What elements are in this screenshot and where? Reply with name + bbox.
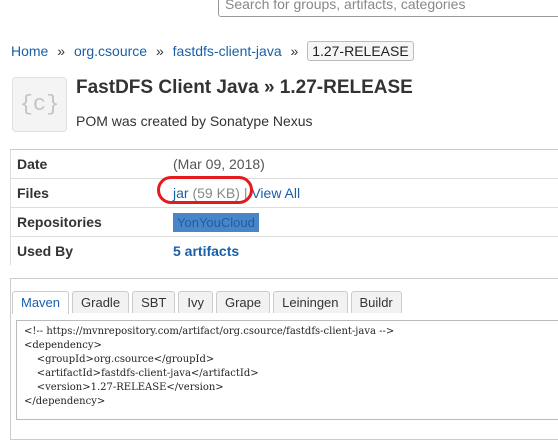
breadcrumb: Home » org.csource » fastdfs-client-java… — [11, 41, 414, 61]
breadcrumb-separator: » — [291, 43, 299, 59]
info-row-files: Files jar (59 KB) | View All — [11, 179, 558, 208]
dependency-snippet[interactable]: <!-- https://mvnrepository.com/artifact/… — [16, 320, 558, 420]
breadcrumb-artifact-link[interactable]: fastdfs-client-java — [173, 43, 282, 59]
tab-ivy[interactable]: Ivy — [178, 291, 213, 313]
tab-grape[interactable]: Grape — [216, 291, 270, 313]
breadcrumb-separator: » — [156, 43, 164, 59]
artifact-info-table: Date (Mar 09, 2018) Files jar (59 KB) | … — [10, 149, 558, 265]
artifact-logo-icon: {c} — [12, 77, 67, 132]
tab-buildr[interactable]: Buildr — [351, 291, 402, 313]
page-title: FastDFS Client Java » 1.27-RELEASE — [76, 77, 413, 99]
tab-leiningen[interactable]: Leiningen — [273, 291, 347, 313]
date-label: Date — [11, 150, 168, 179]
files-separator: | — [244, 185, 248, 201]
repositories-value: YonYouCloud — [167, 208, 558, 237]
info-row-repositories: Repositories YonYouCloud — [11, 208, 558, 237]
tab-sbt[interactable]: SBT — [132, 291, 175, 313]
search-input[interactable] — [218, 0, 558, 17]
repositories-label: Repositories — [11, 208, 168, 237]
page-subtitle: POM was created by Sonatype Nexus — [76, 113, 313, 129]
tab-gradle[interactable]: Gradle — [72, 291, 129, 313]
info-row-date: Date (Mar 09, 2018) — [11, 150, 558, 179]
info-row-used-by: Used By 5 artifacts — [11, 237, 558, 266]
used-by-link[interactable]: 5 artifacts — [173, 243, 239, 259]
breadcrumb-separator: » — [57, 43, 65, 59]
repository-badge[interactable]: YonYouCloud — [173, 213, 259, 232]
jar-size: (59 KB) — [192, 185, 239, 201]
files-label: Files — [11, 179, 168, 208]
used-by-label: Used By — [11, 237, 168, 266]
build-tool-tabs: Maven Gradle SBT Ivy Grape Leiningen Bui… — [12, 291, 402, 314]
jar-link-label: jar — [173, 185, 189, 201]
date-value: (Mar 09, 2018) — [167, 150, 558, 179]
tab-maven[interactable]: Maven — [12, 291, 69, 314]
used-by-value: 5 artifacts — [167, 237, 558, 266]
breadcrumb-group-link[interactable]: org.csource — [74, 43, 147, 59]
files-value: jar (59 KB) | View All — [167, 179, 558, 208]
jar-download-link[interactable]: jar (59 KB) — [173, 185, 240, 201]
breadcrumb-home-link[interactable]: Home — [11, 43, 48, 59]
breadcrumb-current-version: 1.27-RELEASE — [307, 41, 414, 61]
view-all-link[interactable]: View All — [251, 185, 300, 201]
